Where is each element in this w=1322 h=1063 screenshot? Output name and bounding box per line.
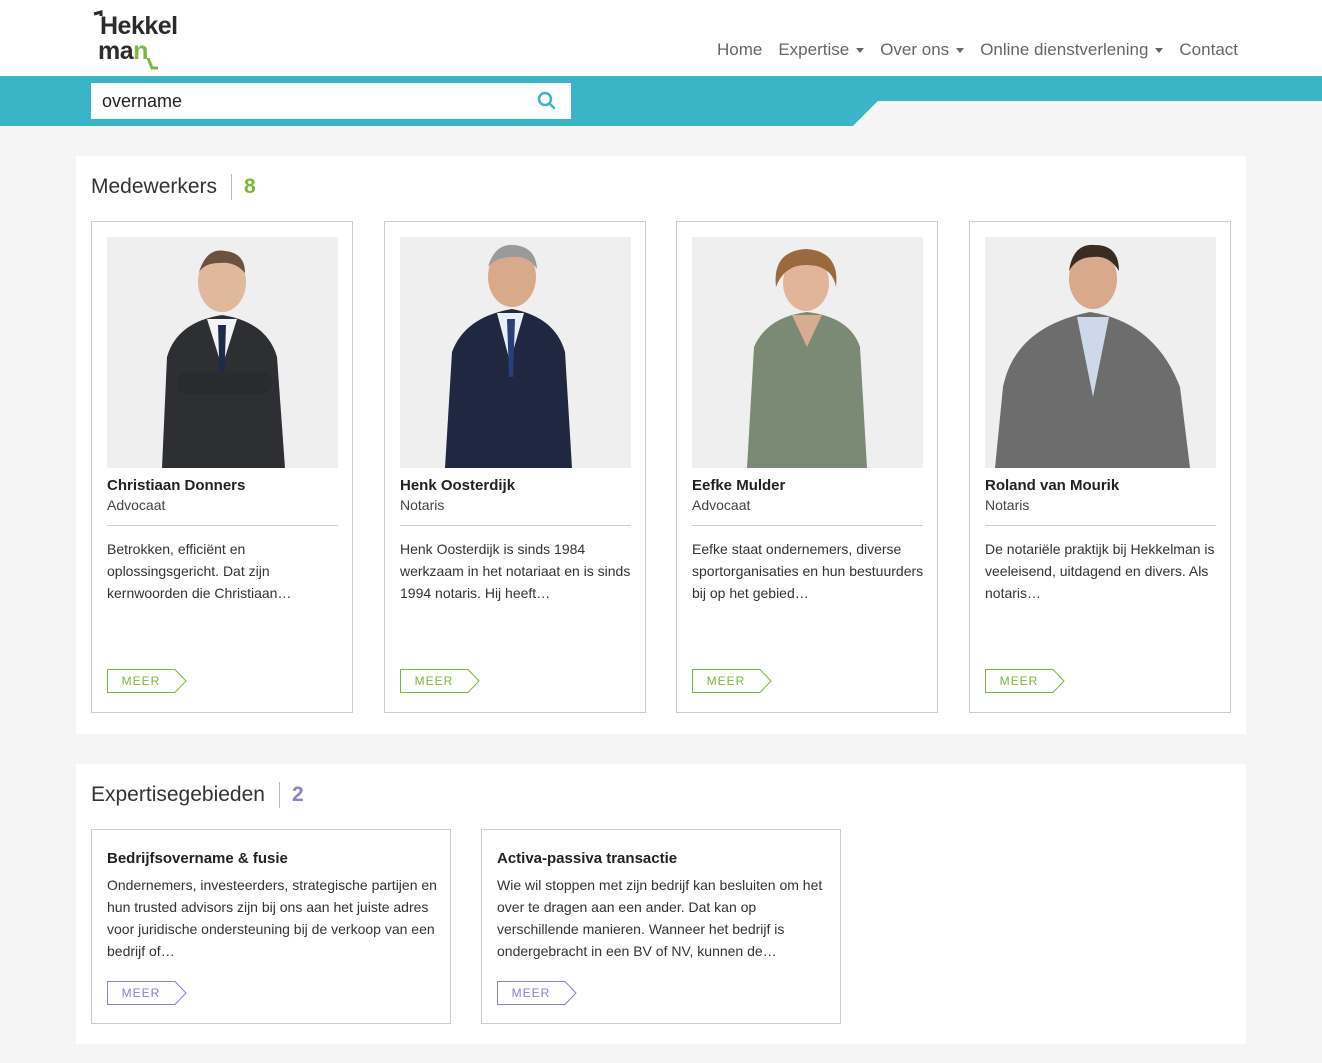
medewerkers-section: Medewerkers 8 Christiaan Donners Advocaa… (76, 156, 1246, 734)
section-heading: Medewerkers 8 (91, 174, 256, 200)
main-nav: Home Expertise Over ons Online dienstver… (717, 40, 1238, 60)
expertise-description: Ondernemers, investeerders, strategische… (107, 877, 437, 959)
employee-name[interactable]: Henk Oosterdijk (400, 477, 515, 494)
expertise-section: Expertisegebieden 2 Bedrijfsovername & f… (76, 764, 1246, 1044)
caret-down-icon (856, 47, 865, 53)
meer-button[interactable]: MEER (400, 669, 480, 693)
search-input[interactable]: overname (91, 83, 571, 119)
result-count: 2 (291, 783, 304, 806)
meer-button[interactable]: MEER (107, 981, 187, 1005)
divider (231, 174, 233, 200)
meer-button[interactable]: MEER (107, 669, 187, 693)
expertise-card[interactable]: Activa-passiva transactie Wie wil stoppe… (481, 829, 841, 1024)
expertise-title[interactable]: Bedrijfsovername & fusie (107, 850, 288, 867)
nav-online-dienstverlening[interactable]: Online dienstverlening (980, 40, 1164, 60)
caret-down-icon (1155, 47, 1164, 53)
employee-description: Betrokken, efficiënt en oplossingsgerich… (107, 541, 292, 601)
expertise-card[interactable]: Bedrijfsovername & fusie Ondernemers, in… (91, 829, 451, 1024)
employee-role: Notaris (400, 497, 445, 513)
employee-role: Advocaat (692, 497, 751, 513)
employee-card[interactable]: Christiaan Donners Advocaat Betrokken, e… (91, 221, 353, 713)
employee-card[interactable]: Henk Oosterdijk Notaris Henk Oosterdijk … (384, 221, 646, 713)
result-count: 8 (244, 175, 256, 198)
employee-description: Henk Oosterdijk is sinds 1984 werkzaam i… (400, 541, 631, 601)
logo-text-bottom: man (98, 37, 148, 65)
section-title: Expertisegebieden (91, 783, 265, 806)
section-title: Medewerkers (91, 175, 218, 198)
expertise-description: Wie wil stoppen met zijn bedrijf kan bes… (497, 877, 823, 959)
nav-contact[interactable]: Contact (1179, 40, 1238, 60)
employee-name[interactable]: Roland van Mourik (985, 477, 1119, 494)
meer-button[interactable]: MEER (497, 981, 577, 1005)
employee-description: Eefke staat ondernemers, diverse sportor… (692, 541, 924, 601)
employee-role: Notaris (985, 497, 1030, 513)
employee-card[interactable]: Roland van Mourik Notaris De notariële p… (969, 221, 1231, 713)
employee-description: De notariële praktijk bij Hekkelman is v… (985, 541, 1215, 601)
search-icon[interactable] (537, 91, 557, 111)
employee-photo[interactable] (985, 237, 1216, 468)
employee-photo[interactable] (692, 237, 923, 468)
site-header: Hekkel man Home Expertise Over ons Onlin… (0, 0, 1322, 76)
divider (278, 782, 280, 808)
logo-green-tail-icon (146, 58, 158, 70)
employee-photo[interactable] (107, 237, 338, 468)
hekkelman-logo[interactable]: Hekkel man (92, 10, 192, 70)
meer-button[interactable]: MEER (985, 669, 1065, 693)
nav-expertise[interactable]: Expertise (778, 40, 865, 60)
caret-down-icon (956, 47, 965, 53)
meer-button[interactable]: MEER (692, 669, 772, 693)
divider (985, 525, 1216, 526)
section-heading: Expertisegebieden 2 (91, 782, 304, 808)
employee-name[interactable]: Christiaan Donners (107, 477, 245, 494)
expertise-title[interactable]: Activa-passiva transactie (497, 850, 677, 867)
divider (400, 525, 631, 526)
employee-name[interactable]: Eefke Mulder (692, 477, 785, 494)
employee-card[interactable]: Eefke Mulder Advocaat Eefke staat ondern… (676, 221, 938, 713)
employee-role: Advocaat (107, 497, 166, 513)
divider (692, 525, 923, 526)
nav-home[interactable]: Home (717, 40, 762, 60)
divider (107, 525, 338, 526)
employee-photo[interactable] (400, 237, 631, 468)
nav-over-ons[interactable]: Over ons (880, 40, 965, 60)
